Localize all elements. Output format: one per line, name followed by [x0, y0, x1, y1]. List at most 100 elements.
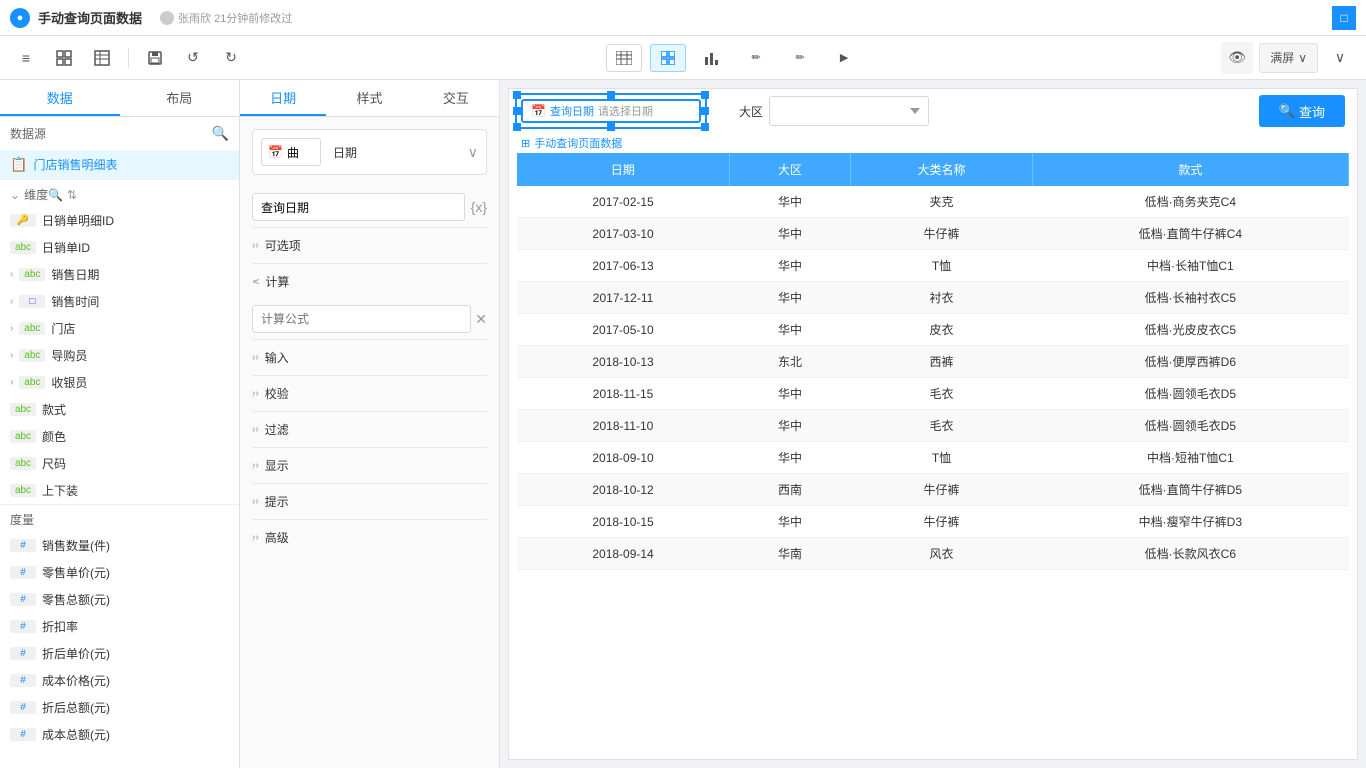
measure-item-5[interactable]: # 折后单价(元) — [0, 640, 239, 667]
display-section: › 显示 — [252, 447, 487, 483]
table-cell: 低档·长款风衣C6 — [1032, 538, 1348, 570]
measure-header: 度量 — [0, 504, 239, 532]
table-cell: 华中 — [729, 282, 851, 314]
field-type-hash: # — [10, 647, 36, 660]
calc-label: 计算 — [265, 273, 289, 290]
measure-name: 折扣率 — [42, 618, 78, 635]
edit-button[interactable]: ✏ — [738, 44, 774, 72]
menu-button[interactable]: ≡ — [10, 42, 42, 74]
field-type-hash: # — [10, 728, 36, 741]
table-row: 2018-10-12西南牛仔裤低档·直筒牛仔裤D5 — [517, 474, 1349, 506]
region-select[interactable] — [769, 96, 929, 126]
field-name: 尺码 — [42, 455, 66, 472]
tab-layout[interactable]: 布局 — [120, 80, 240, 116]
measure-item-1[interactable]: # 销售数量(件) — [0, 532, 239, 559]
date-value-display: 请选择日期 — [598, 103, 653, 119]
main-layout: 数据 布局 数据源 🔍 📋 门店销售明细表 ⌄ 维度 🔍 ⇅ 🔑 日销单明细ID… — [0, 80, 1366, 768]
table-cell: 华中 — [729, 250, 851, 282]
field-name: 款式 — [42, 401, 66, 418]
chart-button[interactable] — [694, 44, 730, 72]
component-label-bar: ⊞ 手动查询页面数据 — [509, 133, 1357, 153]
region-label: 大区 — [739, 103, 763, 120]
query-label-input[interactable] — [252, 193, 465, 221]
search-icon: 🔍 — [1279, 103, 1295, 119]
validate-collapse-header[interactable]: › 校验 — [252, 376, 487, 411]
tab-interact[interactable]: 交互 — [413, 80, 499, 116]
tab-style[interactable]: 样式 — [326, 80, 412, 116]
hint-arrow-icon: › — [252, 496, 259, 507]
fullscreen-button[interactable]: 满屏 ∨ — [1259, 43, 1318, 73]
maximize-button[interactable]: □ — [1332, 6, 1356, 30]
field-item-rixin-id[interactable]: abc 日销单ID — [0, 234, 239, 261]
advanced-collapse-header[interactable]: › 高级 — [252, 520, 487, 555]
field-name: 销售日期 — [51, 266, 99, 283]
preview-button[interactable]: 👁 — [1221, 42, 1253, 74]
measure-item-7[interactable]: # 折后总额(元) — [0, 694, 239, 721]
field-item-chima[interactable]: abc 尺码 — [0, 450, 239, 477]
filter-label: 过滤 — [265, 421, 289, 438]
field-item-xiaoshou-shijian[interactable]: › □ 销售时间 — [0, 288, 239, 315]
display-label: 显示 — [265, 457, 289, 474]
date-input-wrapper[interactable]: 📅 查询日期 请选择日期 — [521, 99, 701, 123]
table-body: 2017-02-15华中夹克低档·商务夹克C42017-03-10华中牛仔裤低档… — [517, 186, 1349, 570]
more-button[interactable]: ∨ — [1324, 42, 1356, 74]
measure-name: 成本总额(元) — [42, 726, 110, 743]
datasource-item[interactable]: 📋 门店销售明细表 — [0, 150, 239, 179]
measure-item-8[interactable]: # 成本总额(元) — [0, 721, 239, 748]
dimension-search-icon[interactable]: 🔍 — [48, 188, 63, 202]
field-item-mendian[interactable]: › abc 门店 — [0, 315, 239, 342]
hint-label: 提示 — [265, 493, 289, 510]
edit2-button[interactable]: ✏ — [782, 44, 818, 72]
fullscreen-expand-icon: ∨ — [1298, 51, 1307, 65]
calc-collapse-header[interactable]: ∨ 计算 — [252, 264, 487, 299]
input-collapse-header[interactable]: › 输入 — [252, 340, 487, 375]
formula-icon[interactable]: {x} — [471, 199, 487, 215]
field-item-kuanshi[interactable]: abc 款式 — [0, 396, 239, 423]
optional-section: › 可选项 — [252, 227, 487, 263]
optional-collapse-header[interactable]: › 可选项 — [252, 228, 487, 263]
field-config: 📅 曲 日期 ∨ — [252, 129, 487, 175]
formula-clear-icon[interactable]: ✕ — [475, 311, 487, 328]
grid-view-button[interactable] — [650, 44, 686, 72]
field-item-shouyinyuan[interactable]: › abc 收银员 — [0, 369, 239, 396]
play-button[interactable]: ▶ — [826, 44, 862, 72]
field-type-hash: # — [10, 566, 36, 579]
tab-date[interactable]: 日期 — [240, 80, 326, 116]
undo-button[interactable]: ↺ — [177, 42, 209, 74]
save-button[interactable] — [139, 42, 171, 74]
measure-item-3[interactable]: # 零售总额(元) — [0, 586, 239, 613]
grid-button[interactable] — [48, 42, 80, 74]
filter-collapse-header[interactable]: › 过滤 — [252, 412, 487, 447]
calc-arrow-icon: ∨ — [250, 278, 261, 285]
display-collapse-header[interactable]: › 显示 — [252, 448, 487, 483]
field-item-daogou[interactable]: › abc 导购员 — [0, 342, 239, 369]
field-type-selector[interactable]: 📅 曲 — [261, 138, 321, 166]
field-type-abc: abc — [19, 268, 45, 281]
tab-data[interactable]: 数据 — [0, 80, 120, 116]
query-button[interactable]: 🔍 查询 — [1259, 95, 1345, 127]
table-cell: 2017-06-13 — [517, 250, 729, 282]
table-cell: 2018-09-14 — [517, 538, 729, 570]
measure-item-6[interactable]: # 成本价格(元) — [0, 667, 239, 694]
table-button[interactable] — [86, 42, 118, 74]
measure-item-2[interactable]: # 零售单价(元) — [0, 559, 239, 586]
datasource-icon: 📋 — [10, 156, 27, 173]
formula-input[interactable] — [252, 305, 471, 333]
dimension-expand-btn[interactable]: ⌄ — [10, 188, 20, 202]
redo-button[interactable]: ↻ — [215, 42, 247, 74]
field-item-rixin-mingxi[interactable]: 🔑 日销单明细ID — [0, 207, 239, 234]
field-type-abc: abc — [10, 403, 36, 416]
field-item-yanse[interactable]: abc 颜色 — [0, 423, 239, 450]
hint-collapse-header[interactable]: › 提示 — [252, 484, 487, 519]
datasource-search-icon[interactable]: 🔍 — [212, 125, 229, 142]
measure-item-4[interactable]: # 折扣率 — [0, 613, 239, 640]
field-expand-button[interactable]: ∨ — [468, 144, 478, 161]
dimension-sort-icon[interactable]: ⇅ — [67, 188, 77, 202]
table-view-button[interactable] — [606, 44, 642, 72]
region-select-wrapper: 大区 — [739, 96, 929, 126]
field-type-abc: abc — [19, 322, 45, 335]
field-item-xiaoshou-riqi[interactable]: › abc 销售日期 — [0, 261, 239, 288]
field-type-abc: abc — [10, 457, 36, 470]
title-bar: ● 手动查询页面数据 张雨欣 21分钟前修改过 □ — [0, 0, 1366, 36]
field-item-shangxiazhuang[interactable]: abc 上下装 — [0, 477, 239, 504]
